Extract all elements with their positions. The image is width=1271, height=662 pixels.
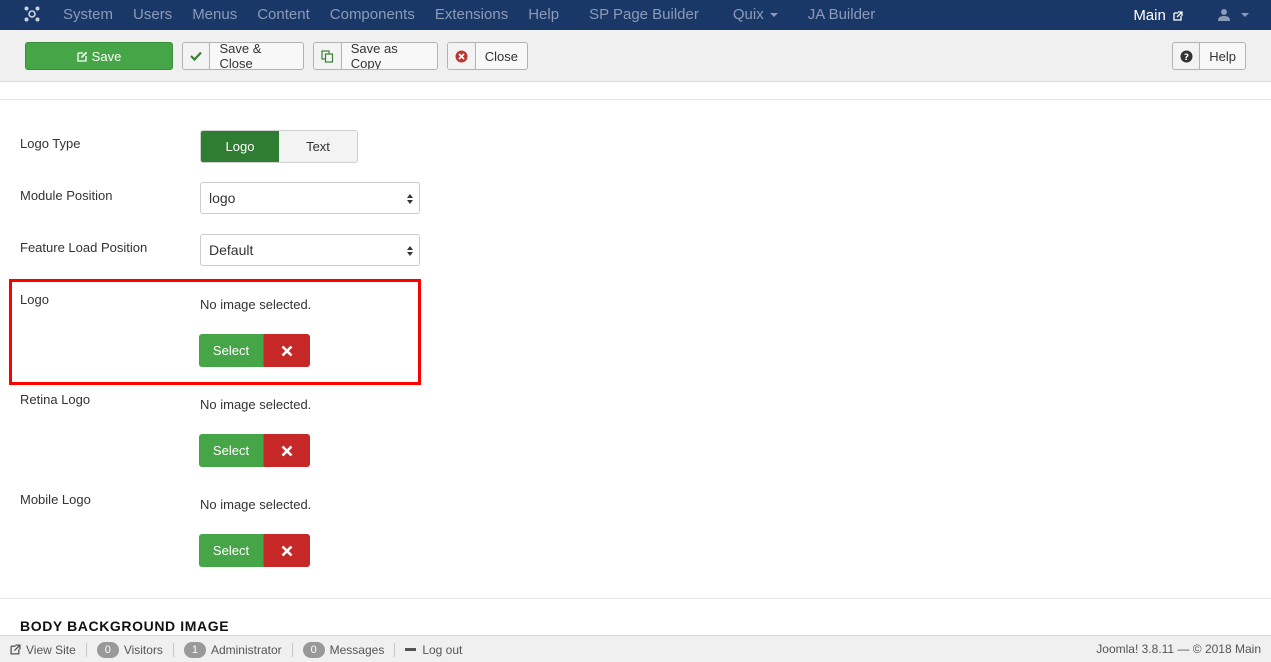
mobile-logo-label: Mobile Logo — [20, 492, 91, 507]
menu-users[interactable]: Users — [123, 0, 182, 30]
module-position-value: logo — [209, 190, 236, 206]
divider — [0, 99, 1271, 100]
view-site-label: View Site — [26, 642, 76, 657]
feature-load-position-label: Feature Load Position — [20, 240, 148, 255]
joomla-logo-icon[interactable] — [22, 5, 42, 25]
menu-label: SP Page Builder — [589, 6, 699, 23]
highlight-box — [9, 279, 421, 385]
question-circle-icon: ? — [1173, 43, 1201, 69]
top-navbar: System Users Menus Content Components Ex… — [0, 0, 1271, 30]
main-menu: System Users Menus Content Components Ex… — [53, 0, 885, 30]
menu-label: Menus — [192, 6, 238, 23]
divider — [0, 598, 1271, 599]
menu-quix[interactable]: Quix — [723, 0, 788, 30]
menu-help[interactable]: Help — [518, 0, 569, 30]
navbar-right: Main — [1133, 0, 1249, 30]
menu-system[interactable]: System — [53, 0, 123, 30]
logo-type-toggle: Logo Text — [200, 130, 358, 163]
messages-link[interactable]: 0 Messages — [293, 641, 396, 658]
menu-components[interactable]: Components — [320, 0, 425, 30]
check-icon — [183, 43, 211, 69]
menu-label: Components — [329, 6, 415, 23]
retina-logo-media-buttons: Select — [199, 434, 310, 467]
edit-icon — [77, 51, 87, 62]
save-as-copy-button[interactable]: Save as Copy — [313, 42, 438, 70]
logout-label: Log out — [422, 642, 463, 657]
visitors-label: Visitors — [123, 642, 163, 657]
administrator-link[interactable]: 1 Administrator — [174, 641, 293, 658]
joomla-logo-icon-svg — [24, 6, 40, 22]
admin-label: Administrator — [210, 642, 282, 657]
select-arrows-icon — [407, 194, 413, 204]
feature-load-position-select[interactable]: Default — [200, 234, 420, 266]
svg-text:?: ? — [1184, 53, 1189, 63]
user-menu[interactable] — [1217, 8, 1249, 22]
menu-ja-builder[interactable]: JA Builder — [798, 0, 886, 30]
mobile-logo-media-buttons: Select — [199, 534, 310, 567]
status-bar: View Site 0 Visitors 1 Administrator 0 M… — [0, 635, 1271, 662]
menu-label: Extensions — [434, 6, 509, 23]
menu-menus[interactable]: Menus — [182, 0, 247, 30]
menu-label: Content — [257, 6, 310, 23]
save-close-label: Save & Close — [219, 42, 262, 70]
minus-icon — [405, 648, 417, 651]
chevron-down-icon — [769, 13, 778, 18]
retina-logo-clear-button[interactable] — [264, 434, 310, 467]
retina-logo-status: No image selected. — [200, 397, 312, 412]
cancel-circle-icon — [448, 43, 476, 69]
view-site-link[interactable]: View Site — [10, 642, 87, 657]
copy-icon — [314, 43, 342, 69]
toolbar: Save Save & Close Save as Copy Close ? H… — [0, 30, 1271, 82]
external-link-icon — [1173, 10, 1183, 21]
close-label: Close — [484, 48, 518, 64]
retina-logo-select-button[interactable]: Select — [199, 434, 264, 467]
save-close-button[interactable]: Save & Close — [182, 42, 304, 70]
site-link[interactable]: Main — [1133, 7, 1183, 24]
menu-label: JA Builder — [807, 6, 876, 23]
section-title: BODY BACKGROUND IMAGE — [20, 618, 230, 634]
module-position-select[interactable]: logo — [200, 182, 420, 214]
save-as-copy-label: Save as Copy — [350, 42, 398, 70]
close-icon — [281, 445, 293, 456]
close-button[interactable]: Close — [447, 42, 528, 70]
menu-label: System — [63, 6, 114, 23]
feature-load-position-value: Default — [209, 242, 254, 258]
module-position-label: Module Position — [20, 188, 113, 203]
menu-label: Quix — [732, 6, 764, 23]
retina-logo-label: Retina Logo — [20, 392, 91, 407]
chevron-down-icon — [1241, 13, 1249, 17]
menu-label: Help — [528, 6, 560, 23]
site-link-label: Main — [1133, 6, 1166, 24]
menu-content[interactable]: Content — [247, 0, 320, 30]
mobile-logo-clear-button[interactable] — [264, 534, 310, 567]
close-icon — [281, 545, 293, 556]
logo-type-option-text[interactable]: Text — [279, 131, 357, 162]
logout-link[interactable]: Log out — [395, 643, 472, 657]
version-info: Joomla! 3.8.11 — © 2018 Main — [1096, 642, 1261, 656]
save-button[interactable]: Save — [25, 42, 173, 70]
user-icon — [1218, 9, 1230, 21]
menu-extensions[interactable]: Extensions — [425, 0, 518, 30]
select-arrows-icon — [407, 246, 413, 256]
messages-label: Messages — [329, 642, 385, 657]
save-label: Save — [91, 48, 122, 64]
admin-count-badge: 1 — [183, 641, 206, 658]
mobile-logo-select-button[interactable]: Select — [199, 534, 264, 567]
help-label: Help — [1209, 48, 1236, 64]
help-button[interactable]: ? Help — [1172, 42, 1246, 70]
visitors-link[interactable]: 0 Visitors — [87, 641, 174, 658]
visitors-count-badge: 0 — [96, 641, 119, 658]
menu-label: Users — [133, 6, 173, 23]
menu-sp-page-builder[interactable]: SP Page Builder — [579, 0, 709, 30]
logo-type-option-logo[interactable]: Logo — [201, 131, 279, 162]
logo-type-label: Logo Type — [20, 136, 81, 151]
mobile-logo-status: No image selected. — [200, 497, 312, 512]
external-link-icon — [10, 644, 21, 655]
status-bar-left: View Site 0 Visitors 1 Administrator 0 M… — [10, 636, 472, 662]
messages-count-badge: 0 — [302, 641, 325, 658]
